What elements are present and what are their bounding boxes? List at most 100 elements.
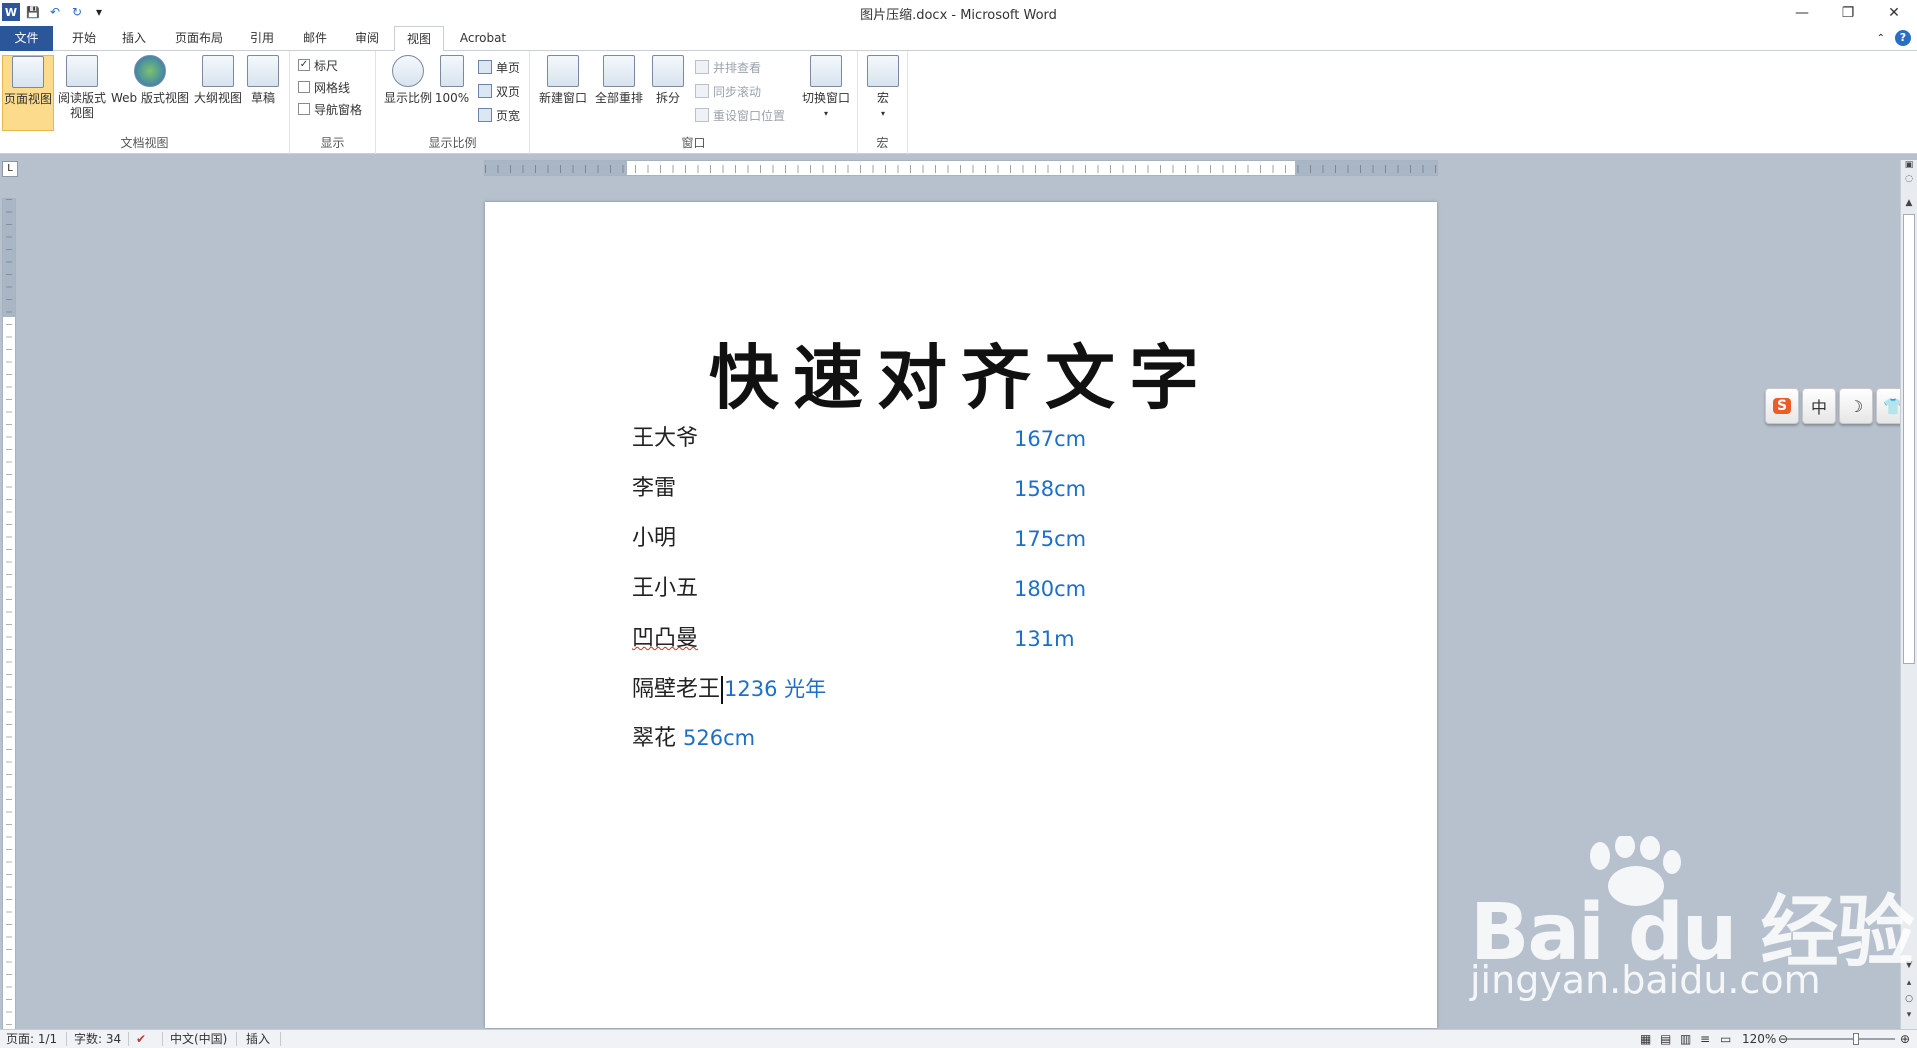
one-page-button[interactable]: 单页	[478, 57, 520, 77]
document-page[interactable]: 快速对齐文字 王大爷 167cm 李雷 158cm 小明 175cm 王小五 1…	[485, 202, 1437, 1028]
scroll-up-arrow[interactable]: ▲	[1901, 198, 1917, 212]
scrollbar-thumb[interactable]	[1903, 214, 1915, 664]
vertical-ruler[interactable]	[2, 198, 16, 1030]
line-value: 158cm	[1014, 477, 1087, 501]
two-pages-button[interactable]: 双页	[478, 81, 520, 101]
status-page[interactable]: 页面: 1/1	[6, 1032, 57, 1047]
sogou-logo-icon[interactable]: S	[1765, 388, 1799, 424]
nav-pane-checkbox[interactable]	[298, 103, 310, 115]
moon-icon[interactable]: ☽	[1839, 388, 1873, 424]
side-by-side-button[interactable]: 并排查看	[695, 57, 761, 77]
reset-window-position-button[interactable]: 重设窗口位置	[695, 105, 785, 125]
line-name: 王小五	[632, 576, 699, 601]
tab-mailings[interactable]: 邮件	[293, 26, 337, 51]
web-layout-label: Web 版式视图	[111, 91, 189, 105]
tab-selector[interactable]: L	[2, 161, 18, 177]
vertical-ruler-ticks	[6, 199, 12, 1029]
sogou-logo-text: S	[1772, 398, 1792, 414]
chevron-down-icon: ▾	[823, 109, 828, 118]
switch-windows-button[interactable]: 切换窗口 ▾	[798, 55, 854, 121]
full-screen-reading-button[interactable]: 阅读版式 视图	[56, 55, 108, 121]
ime-toolbar: S 中 ☽ 👕	[1765, 388, 1910, 424]
tab-file[interactable]: 文件	[0, 26, 53, 51]
tab-view[interactable]: 视图	[394, 26, 444, 52]
nav-pane-checkbox-row[interactable]: 导航窗格	[298, 99, 362, 119]
reset-position-icon	[695, 108, 709, 122]
view-outline-icon[interactable]: ≡	[1700, 1032, 1710, 1047]
document-line: 小明 175cm	[632, 524, 1086, 554]
page-width-button[interactable]: 页宽	[478, 105, 520, 125]
new-window-label: 新建窗口	[538, 91, 587, 105]
macros-icon	[867, 55, 899, 87]
two-pages-icon	[478, 84, 492, 98]
zoom-slider[interactable]	[1787, 1033, 1895, 1045]
status-insert-mode[interactable]: 插入	[246, 1032, 270, 1047]
status-separator	[162, 1032, 163, 1046]
sync-scroll-icon	[695, 84, 709, 98]
side-by-side-icon	[695, 60, 709, 74]
line-name: 翠花	[632, 726, 677, 751]
hand-icon[interactable]: ◌	[1901, 174, 1917, 188]
zoom-100-button[interactable]: 100%	[432, 55, 472, 106]
view-reading-icon[interactable]: ▤	[1660, 1032, 1671, 1047]
status-separator	[128, 1032, 129, 1046]
gridlines-checkbox[interactable]	[298, 81, 310, 93]
line-name: 李雷	[632, 476, 677, 501]
gridlines-checkbox-row[interactable]: 网格线	[298, 77, 350, 97]
zoom-in-icon[interactable]: ⊕	[1900, 1032, 1910, 1047]
close-button[interactable]: ✕	[1871, 0, 1917, 26]
watermark-url: jingyan.baidu.com	[1470, 958, 1821, 1002]
next-page-icon[interactable]: ▾	[1901, 1010, 1917, 1024]
arrange-all-icon	[603, 55, 635, 87]
new-window-button[interactable]: 新建窗口	[536, 55, 590, 106]
ruler-checkbox[interactable]: ✓	[298, 59, 310, 71]
zoom-level[interactable]: 120%	[1742, 1032, 1776, 1047]
arrange-all-label: 全部重排	[594, 91, 643, 105]
status-language[interactable]: 中文(中国)	[170, 1032, 227, 1047]
ime-mode-button[interactable]: 中	[1802, 388, 1836, 424]
one-page-icon	[478, 60, 492, 74]
help-icon[interactable]: ?	[1895, 30, 1911, 46]
ruler-checkbox-row[interactable]: ✓ 标尺	[298, 55, 338, 75]
outline-button[interactable]: 大纲视图	[192, 55, 244, 106]
arrange-all-button[interactable]: 全部重排	[592, 55, 646, 106]
line-name: 王大爷	[632, 426, 699, 451]
macros-button[interactable]: 宏 ▾	[858, 55, 908, 121]
group-label-window: 窗口	[681, 136, 706, 150]
document-line: 隔壁老王 1236 光年	[632, 674, 826, 704]
print-layout-button[interactable]: 页面视图	[2, 55, 54, 131]
web-layout-button[interactable]: Web 版式视图	[110, 55, 190, 106]
minimize-ribbon-icon[interactable]: ⌃	[1877, 33, 1885, 44]
tab-acrobat[interactable]: Acrobat	[450, 26, 516, 51]
line-name: 凹凸曼	[632, 626, 699, 651]
view-web-icon[interactable]: ▥	[1680, 1032, 1691, 1047]
status-word-count[interactable]: 字数: 34	[74, 1032, 121, 1047]
draft-button[interactable]: 草稿	[240, 55, 286, 106]
minimize-button[interactable]: —	[1779, 0, 1825, 26]
page-100-icon	[440, 55, 464, 87]
ruler-toggle-icon[interactable]: ▣	[1901, 160, 1917, 174]
ruler-ticks	[485, 165, 1437, 173]
tab-references[interactable]: 引用	[240, 26, 284, 51]
split-button[interactable]: 拆分	[648, 55, 688, 106]
horizontal-ruler[interactable]	[484, 160, 1438, 176]
proofing-icon[interactable]: ✔	[136, 1032, 146, 1047]
tab-home[interactable]: 开始	[62, 26, 106, 51]
split-icon	[652, 55, 684, 87]
tab-page-layout[interactable]: 页面布局	[166, 26, 232, 51]
zoom-button[interactable]: 显示比例	[382, 55, 434, 106]
view-draft-icon[interactable]: ▭	[1720, 1032, 1731, 1047]
sync-scroll-button[interactable]: 同步滚动	[695, 81, 761, 101]
status-separator	[280, 1032, 281, 1046]
tab-review[interactable]: 审阅	[345, 26, 389, 51]
outline-label: 大纲视图	[193, 91, 242, 105]
view-print-layout-icon[interactable]: ▦	[1640, 1032, 1651, 1047]
zoom-slider-knob[interactable]	[1853, 1033, 1859, 1045]
draft-icon	[247, 55, 279, 87]
tab-insert[interactable]: 插入	[112, 26, 156, 51]
restore-button[interactable]: ❐	[1825, 0, 1871, 26]
line-name: 隔壁老王	[632, 677, 721, 702]
browse-object-icon[interactable]: ○	[1901, 994, 1917, 1008]
chevron-down-icon: ▾	[880, 109, 885, 118]
gridlines-label: 网格线	[314, 80, 351, 95]
